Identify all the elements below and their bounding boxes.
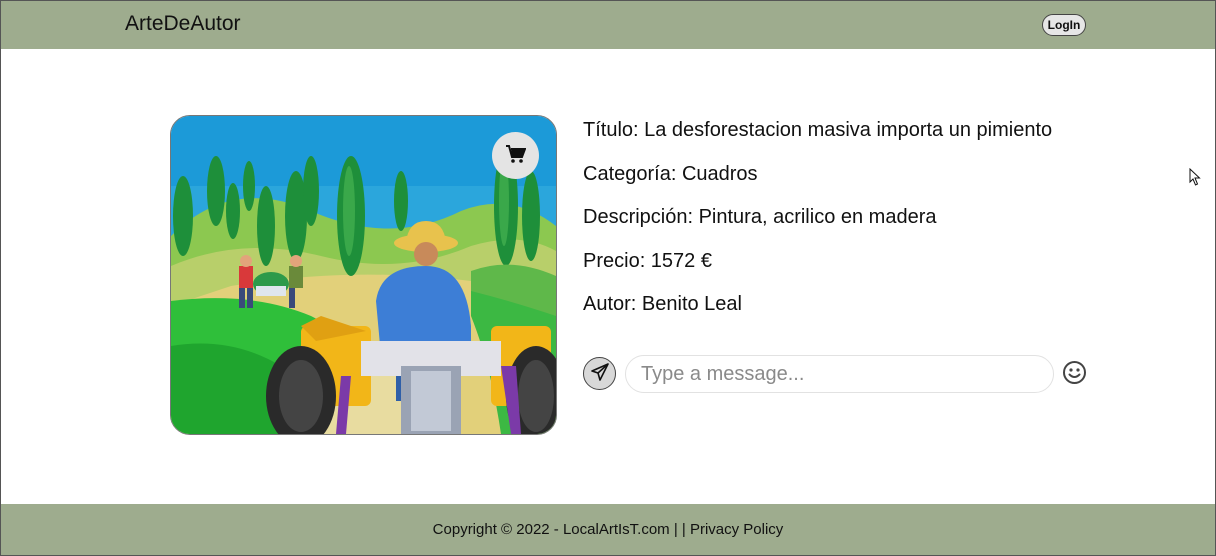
artwork-description: Descripción: Pintura, acrilico en madera (583, 206, 937, 228)
mouse-cursor-icon (1189, 167, 1201, 191)
artwork-details: Título: La desforestacion masiva importa… (583, 117, 1052, 335)
page: ArteDeAutor LogIn Título: La desforestac… (0, 0, 1216, 556)
footer: Copyright © 2022 - LocalArtIsT.com | | P… (1, 504, 1215, 555)
artwork-price: Precio: 1572 € (583, 249, 712, 272)
shopping-cart-icon (505, 145, 526, 166)
login-button[interactable]: LogIn (1042, 14, 1086, 36)
artwork-title: Título: La desforestacion masiva importa… (583, 119, 1053, 141)
brand-logo-link[interactable]: ArteDeAutor (125, 12, 241, 36)
paper-plane-icon (590, 363, 609, 384)
artwork-category: Categoría: Cuadros (583, 162, 758, 185)
send-message-button[interactable] (583, 357, 616, 390)
emoji-picker-button[interactable] (1062, 360, 1087, 385)
smiley-icon (1062, 361, 1087, 388)
copyright-text: Copyright © 2022 - LocalArtIsT.com (432, 521, 670, 538)
top-navbar: ArteDeAutor LogIn (1, 1, 1215, 49)
artwork-author: Autor: Benito Leal (583, 293, 742, 315)
message-input[interactable] (625, 355, 1054, 393)
privacy-policy-link[interactable]: Privacy Policy (690, 521, 783, 538)
add-to-cart-button[interactable] (492, 132, 539, 179)
footer-separator: | | (669, 521, 690, 538)
